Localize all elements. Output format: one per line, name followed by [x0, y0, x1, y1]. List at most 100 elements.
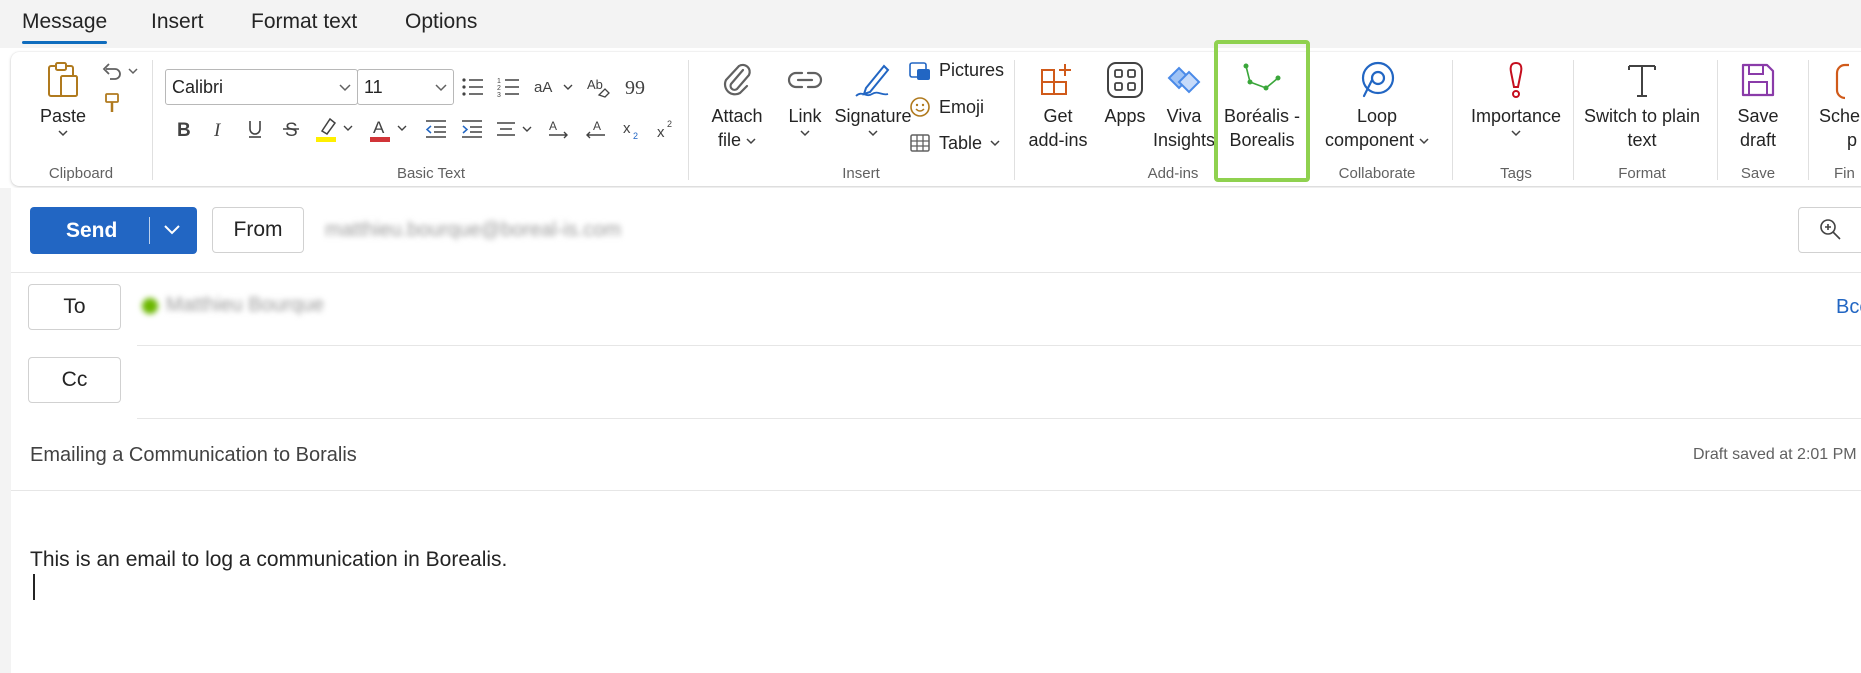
switch-to-plain-text-button[interactable]: Switch to plain text	[1579, 60, 1705, 152]
clear-formatting-button[interactable]: Ab	[583, 72, 615, 102]
from-address: matthieu.bourque@boreal-is.com	[325, 219, 622, 241]
send-button[interactable]: Send	[30, 207, 197, 254]
cc-underline	[137, 418, 1861, 419]
table-button[interactable]: Table	[909, 132, 1008, 154]
attach-file-label-1: Attach	[711, 106, 763, 126]
group-label-insert: Insert	[842, 165, 880, 182]
font-name-combobox[interactable]: Calibri	[165, 69, 358, 105]
font-color-button[interactable]: A	[367, 114, 413, 144]
increase-indent-icon	[462, 120, 482, 138]
numbered-list-icon: 123	[497, 78, 519, 98]
pictures-label: Pictures	[939, 60, 1005, 80]
from-button[interactable]: From	[212, 207, 304, 253]
borealis-constellation-icon	[1243, 63, 1281, 91]
loop-component-button[interactable]: Loop component	[1311, 60, 1443, 152]
decrease-indent-button[interactable]	[421, 114, 451, 144]
format-painter-icon	[105, 93, 119, 112]
cc-button[interactable]: Cc	[28, 357, 121, 403]
underline-button[interactable]	[242, 114, 268, 144]
signature-button[interactable]: Signature	[831, 60, 915, 138]
bold-button[interactable]: B	[171, 114, 197, 144]
subscript-button[interactable]: x2	[617, 114, 647, 144]
get-add-ins-label-1: Get	[1043, 106, 1073, 126]
italic-button[interactable]: I	[207, 114, 233, 144]
link-button[interactable]: Link	[775, 60, 835, 138]
bullets-button[interactable]	[457, 72, 489, 102]
schedule-send-button[interactable]: Sche p	[1819, 60, 1861, 152]
loop-label-1: Loop	[1356, 106, 1398, 126]
to-recipient-name: Matthieu Bourque	[166, 294, 324, 316]
chevron-down-icon	[339, 84, 351, 92]
paste-button[interactable]: Paste	[27, 60, 99, 138]
highlight-button[interactable]	[313, 114, 359, 144]
get-add-ins-button[interactable]: Get add-ins	[1023, 60, 1093, 152]
tab-insert[interactable]: Insert	[151, 10, 204, 34]
schedule-label-2: p	[1847, 130, 1858, 150]
group-separator	[1014, 60, 1015, 180]
attach-file-button[interactable]: Attach file	[700, 60, 774, 152]
chevron-down-icon	[800, 130, 810, 137]
svg-text:B: B	[177, 120, 191, 140]
pictures-button[interactable]: Pictures	[909, 60, 1004, 81]
quote-button[interactable]: 99	[619, 72, 651, 102]
tab-options[interactable]: Options	[405, 10, 477, 34]
align-button[interactable]	[493, 114, 539, 144]
align-icon	[497, 122, 532, 136]
bulleted-list-icon	[462, 78, 483, 96]
undo-button[interactable]	[97, 58, 127, 84]
strikethrough-button[interactable]: S	[278, 114, 304, 144]
group-separator	[1717, 60, 1718, 180]
borealis-label-2: Borealis	[1229, 130, 1295, 150]
subject-field[interactable]: Emailing a Communication to Boralis	[30, 444, 357, 467]
group-label-format: Format	[1618, 165, 1666, 182]
group-separator	[1808, 60, 1809, 180]
importance-button[interactable]: Importance	[1461, 60, 1571, 138]
save-draft-button[interactable]: Save draft	[1725, 60, 1791, 152]
emoji-button[interactable]: Emoji	[909, 96, 984, 118]
save-draft-label-1: Save	[1737, 106, 1779, 126]
send-label: Send	[66, 219, 118, 242]
draft-saved-status: Draft saved at 2:01 PM	[1693, 446, 1857, 463]
group-label-collaborate: Collaborate	[1338, 165, 1416, 182]
group-separator	[1452, 60, 1453, 180]
table-icon	[910, 134, 930, 152]
group-separator	[1573, 60, 1574, 180]
signature-pen-icon	[855, 64, 890, 97]
group-separator	[688, 60, 689, 180]
tab-message[interactable]: Message	[22, 10, 108, 44]
numbering-button[interactable]: 123	[493, 72, 525, 102]
apps-button[interactable]: Apps	[1099, 60, 1151, 128]
superscript-button[interactable]: x2	[651, 114, 681, 144]
tab-format-text[interactable]: Format text	[251, 10, 357, 34]
font-size-combobox[interactable]: 11	[357, 69, 454, 105]
viva-insights-button[interactable]: Viva Insights	[1153, 60, 1215, 152]
format-painter-button[interactable]	[99, 90, 125, 116]
svg-text:x: x	[657, 124, 665, 140]
to-button[interactable]: To	[28, 284, 121, 330]
subject-underline	[11, 490, 1861, 491]
chevron-down-icon[interactable]	[128, 66, 138, 76]
group-label-add-ins: Add-ins	[1147, 165, 1199, 182]
send-options-chevron-icon[interactable]	[163, 224, 181, 236]
to-underline	[137, 345, 1861, 346]
decrease-indent-icon	[425, 120, 446, 138]
message-body-text[interactable]: This is an email to log a communication …	[30, 548, 507, 572]
increase-indent-button[interactable]	[457, 114, 487, 144]
svg-text:2: 2	[667, 119, 672, 129]
borealis-addin-button[interactable]: Boréalis - Borealis	[1219, 60, 1305, 152]
change-case-button[interactable]: aA	[531, 72, 577, 102]
to-recipient-chip[interactable]: Matthieu Bourque	[142, 294, 324, 317]
viva-insights-icon	[1167, 66, 1201, 94]
svg-text:A: A	[373, 118, 385, 137]
zoom-button[interactable]	[1798, 207, 1861, 253]
ribbon: Paste Clipboard Calibri 11 123 aA Ab 99 …	[11, 40, 1861, 186]
ltr-button[interactable]: A	[543, 114, 575, 144]
rtl-button[interactable]: A	[579, 114, 611, 144]
schedule-send-icon	[1835, 63, 1849, 100]
svg-text:2: 2	[497, 85, 501, 92]
table-label: Table	[939, 132, 983, 153]
font-name-value: Calibri	[172, 77, 224, 97]
bcc-link[interactable]: Bcc	[1836, 296, 1861, 319]
switch-label-1: Switch to plain	[1583, 106, 1701, 126]
group-label-clipboard: Clipboard	[48, 165, 114, 182]
